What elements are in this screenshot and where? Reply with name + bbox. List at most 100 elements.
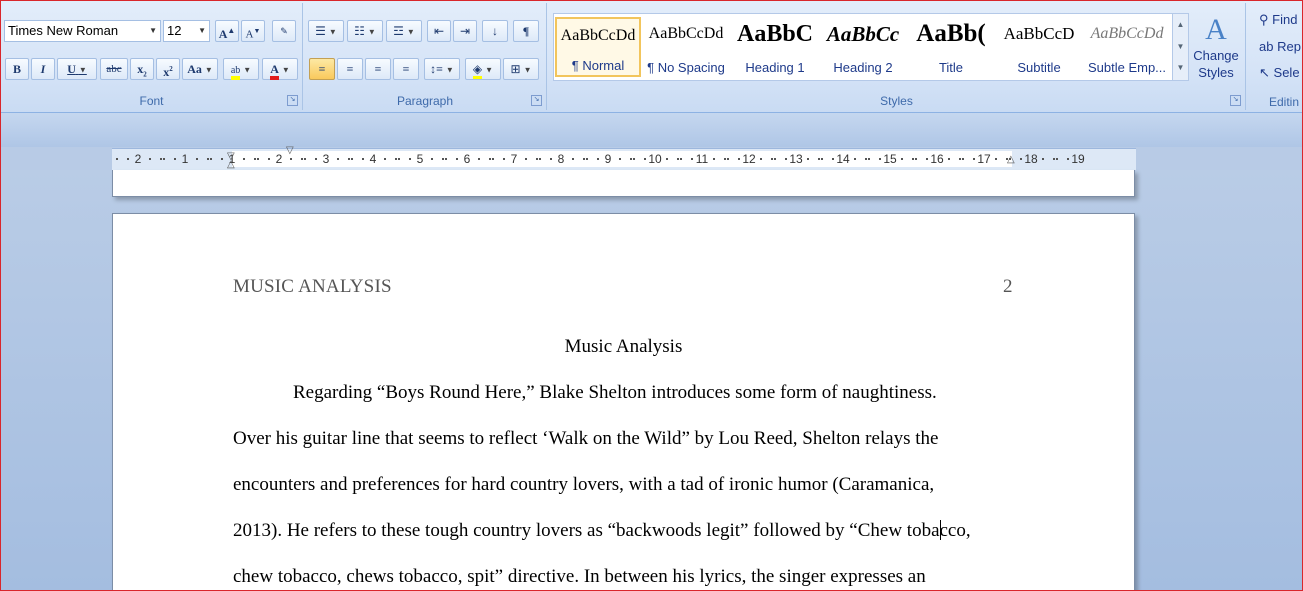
replace-label: Rep [1277,39,1301,54]
show-formatting-button[interactable]: ¶ [513,20,539,42]
text-caret [940,520,941,540]
ruler-label: 15 [883,152,897,166]
ruler-label: 16 [930,152,944,166]
styles-group-label: Styles [880,94,913,108]
ruler-tick [726,158,729,160]
page-number: 2 [1003,276,1013,297]
sort-button[interactable]: ↓ [482,20,508,42]
bold-button[interactable]: B [5,58,29,80]
numbering-button[interactable]: ☷ ▼ [347,20,383,42]
justify-icon: ≡ [402,62,410,76]
horizontal-ruler[interactable]: 2 1 1 2 3 4 5 6 7 8 9 10 11 12 13 14 15 16 17 18 19 ▽ △ ▽ △ [112,145,1136,171]
ruler-label: 11 [695,152,709,166]
style-subtle-emphasis[interactable]: AaBbCcDd Subtle Emp... [1086,17,1168,77]
align-right-button[interactable]: ≡ [365,58,391,80]
cursor-icon: ↖ [1259,65,1270,80]
bullets-button[interactable]: ☰ ▼ [308,20,344,42]
chevron-down-icon: ▼ [204,65,213,75]
borders-button[interactable]: ⊞ ▼ [503,58,539,80]
ruler-tick [925,158,928,160]
left-indent-marker[interactable]: △ [227,159,235,170]
previous-page-bottom [112,170,1135,197]
ruler-label: 19 [1071,152,1085,166]
style-normal[interactable]: AaBbCcDd ¶ Normal [555,17,641,77]
align-center-button[interactable]: ≡ [337,58,363,80]
scroll-up-icon[interactable]: ▲ [1173,14,1188,36]
subscript-button[interactable]: x2 [130,58,154,80]
style-heading-1[interactable]: AaBbC Heading 1 [734,17,816,77]
ruler-label: 8 [557,152,565,166]
ruler-label: 6 [463,152,471,166]
chevron-down-icon: ▼ [367,27,376,37]
style-no-spacing[interactable]: AaBbCcDd ¶ No Spacing [645,17,727,77]
editing-group-label: Editin [1269,95,1300,109]
ruler-tick [831,158,834,160]
ruler-tick [679,158,682,160]
ruler-tick [431,158,434,160]
increase-indent-button[interactable]: ⇥ [453,20,477,42]
style-heading-2[interactable]: AaBbCc Heading 2 [822,17,904,77]
change-case-label: Aa [187,62,202,76]
highlight-color-button[interactable]: ab ▼ [223,58,259,80]
select-button[interactable]: ↖ Sele [1259,65,1300,81]
paragraph-dialog-launcher[interactable]: ↘ [531,95,542,106]
ruler-tick [209,158,212,160]
chevron-down-icon: ▼ [281,65,290,75]
font-group: Times New Roman ▼ 12 ▼ A▲ A▼ ✎ B I U ▼ a… [1,3,303,110]
style-title[interactable]: AaBb( Title [910,17,992,77]
ruler-label: 12 [742,152,756,166]
right-indent-marker[interactable]: △ [1007,154,1015,165]
multilevel-list-button[interactable]: ☲ ▼ [386,20,422,42]
strikethrough-button[interactable]: abc [100,58,128,80]
grow-font-button[interactable]: A▲ [215,20,239,42]
font-name-combo[interactable]: Times New Roman ▼ [4,20,161,42]
replace-button[interactable]: ab Rep [1259,39,1301,54]
ruler-tick [538,158,541,160]
chevron-down-icon: ▼ [445,65,454,75]
style-subtitle[interactable]: AaBbCcD Subtitle [998,17,1080,77]
ruler-label: 3 [322,152,330,166]
scroll-down-icon[interactable]: ▼ [1173,36,1188,58]
paragraph-line: Regarding “Boys Round Here,” Blake Shelt… [293,382,937,403]
justify-button[interactable]: ≡ [393,58,419,80]
first-line-indent-marker[interactable]: ▽ [286,145,294,156]
chevron-down-icon: ▼ [198,26,206,35]
bold-label: B [12,62,21,76]
change-case-button[interactable]: Aa ▼ [182,58,218,80]
line-spacing-button[interactable]: ↕≡ ▼ [424,58,460,80]
chevron-down-icon: ▼ [406,27,415,37]
change-styles-button[interactable]: A Change Styles [1191,13,1241,91]
find-button[interactable]: ⚲ Find [1259,12,1297,28]
sort-icon: ↓ [492,24,498,38]
align-left-button[interactable]: ≡ [309,58,335,80]
shrink-font-button[interactable]: A▼ [241,20,265,42]
shading-button[interactable]: ◈ ▼ [465,58,501,80]
ruler-tick [737,158,740,160]
paragraph-group-label: Paragraph [396,94,454,108]
superscript-button[interactable]: x2 [156,58,180,80]
ruler-tick [267,158,270,160]
ruler-tick [350,158,353,160]
document-page[interactable]: MUSIC ANALYSIS 2 Music Analysis Regardin… [112,213,1135,590]
highlighter-icon: ab [230,65,241,80]
styles-dialog-launcher[interactable]: ↘ [1230,95,1241,106]
gallery-more-icon[interactable]: ▼ [1173,58,1188,78]
style-name: Subtle Emp... [1087,60,1167,75]
italic-button[interactable]: I [31,58,55,80]
ruler-label: 9 [604,152,612,166]
underline-button[interactable]: U ▼ [57,58,97,80]
font-size-combo[interactable]: 12 ▼ [163,20,210,42]
ruler-tick [1019,158,1022,160]
ruler-tick [948,158,951,160]
quick-styles-gallery: AaBbCcDd ¶ Normal AaBbCcDd ¶ No Spacing … [553,13,1173,81]
chevron-down-icon: ▼ [243,65,252,75]
font-color-button[interactable]: A ▼ [262,58,298,80]
replace-icon: ab [1259,39,1274,54]
ruler-label: 17 [977,152,991,166]
font-dialog-launcher[interactable]: ↘ [287,95,298,106]
style-name: Subtitle [1017,60,1061,75]
line-spacing-icon: ↕≡ [430,62,443,76]
clear-formatting-button[interactable]: ✎ [272,20,296,42]
decrease-indent-button[interactable]: ⇤ [427,20,451,42]
bullet-list-icon: ☰ [315,24,326,38]
